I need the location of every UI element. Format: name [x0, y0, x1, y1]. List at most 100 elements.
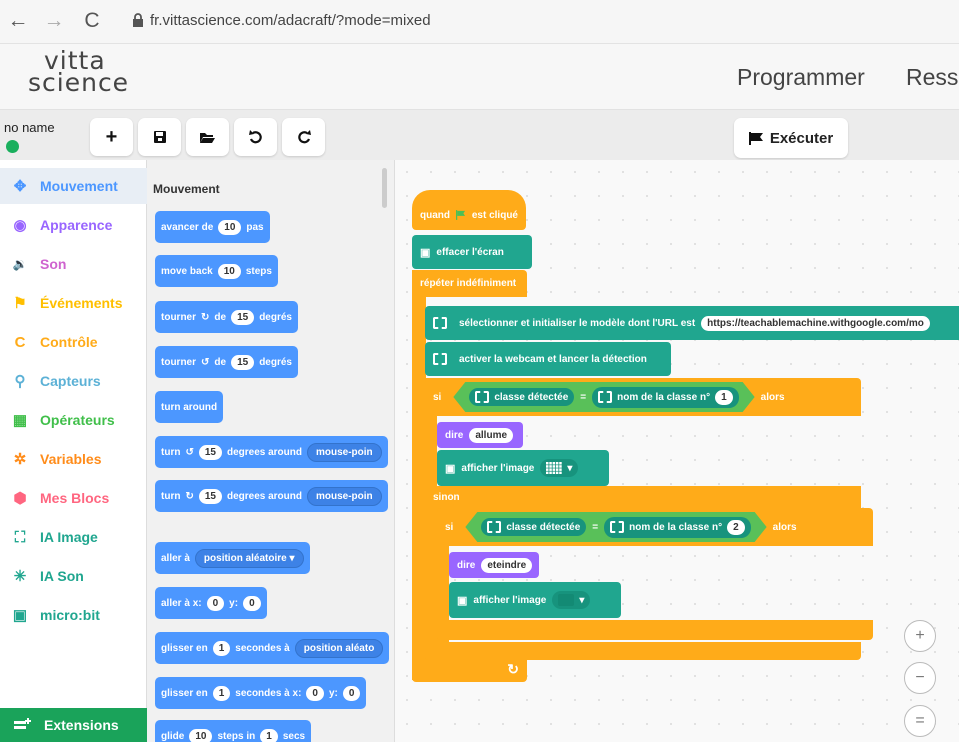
block-dropdown[interactable]: mouse-poin [307, 442, 382, 462]
block-turn-around-ccw[interactable]: turn ↺ 15 degrees around mouse-poin [155, 436, 388, 468]
block-tourner-droite[interactable]: tourner ↻ de 15 degrés [155, 301, 298, 333]
clear-screen-block[interactable]: ▣ effacer l'écran [412, 235, 532, 269]
category-controle[interactable]: C Contrôle [0, 324, 147, 360]
block-input[interactable]: 0 [342, 685, 361, 701]
zoom-out-button[interactable]: − [904, 662, 936, 694]
say-block-2[interactable]: dire eteindre [449, 552, 539, 578]
category-capteurs[interactable]: ⚲ Capteurs [0, 363, 147, 399]
detected-class-reporter[interactable]: classe détectée [481, 518, 586, 536]
block-input[interactable]: 15 [198, 488, 222, 504]
zoom-reset-button[interactable]: = [904, 705, 936, 737]
palette-scrollbar[interactable] [382, 168, 387, 208]
equals-operator[interactable]: classe détectée = nom de la classe n° 2 [465, 512, 766, 542]
block-glisser-xy[interactable]: glisser en 1 secondes à x: 0 y: 0 [155, 677, 367, 709]
camera-frame-icon [433, 317, 447, 329]
block-text: dire [445, 429, 464, 441]
class-number-input[interactable]: 2 [727, 520, 745, 535]
block-aller-a-xy[interactable]: aller à x: 0 y: 0 [155, 587, 267, 619]
block-dropdown[interactable]: position aléatoire ▾ [194, 548, 304, 568]
category-variables[interactable]: ✲ Variables [0, 441, 147, 477]
project-name[interactable]: no name [4, 120, 55, 135]
block-input[interactable]: 0 [243, 595, 261, 611]
chevron-down-icon: ▾ [579, 594, 585, 606]
redo-icon [297, 130, 311, 144]
block-text: dire [457, 559, 476, 571]
category-evenements[interactable]: ⚑ Événements [0, 285, 147, 321]
vittascience-logo[interactable]: vitta science [28, 48, 130, 97]
block-input[interactable]: 15 [198, 444, 222, 460]
forever-block[interactable]: répéter indéfiniment [412, 270, 527, 297]
puzzle-icon: ⬢ [13, 490, 27, 507]
camera-frame-icon [598, 391, 612, 403]
category-label: Contrôle [40, 334, 98, 350]
block-glide[interactable]: glide 10 steps in 1 secs [155, 720, 312, 742]
say-block-1[interactable]: dire allume [437, 422, 523, 448]
block-input[interactable]: 10 [218, 219, 242, 235]
url-text[interactable]: fr.vittascience.com/adacraft/?mode=mixed [150, 12, 431, 29]
open-button[interactable] [186, 118, 229, 156]
block-input[interactable]: 0 [306, 685, 324, 701]
reload-button[interactable]: C [80, 8, 104, 34]
nav-programmer[interactable]: Programmer [737, 64, 865, 91]
undo-button[interactable] [234, 118, 277, 156]
say-input[interactable]: eteindre [481, 557, 533, 573]
back-button[interactable]: ← [6, 8, 30, 34]
show-image-block-1[interactable]: ▣ afficher l'image ▾ [437, 450, 609, 486]
extensions-button[interactable]: Extensions [0, 708, 147, 742]
detected-class-reporter[interactable]: classe détectée [469, 388, 574, 406]
block-input[interactable]: 1 [260, 728, 278, 742]
forward-button[interactable]: → [42, 8, 66, 34]
if-block-2[interactable]: si classe détectée = nom de la classe n°… [437, 508, 873, 546]
block-aller-a[interactable]: aller à position aléatoire ▾ [155, 542, 310, 574]
if-block-1[interactable]: si classe détectée = nom de la classe n°… [425, 378, 861, 416]
new-project-button[interactable]: + [90, 118, 133, 156]
select-model-block[interactable]: sélectionner et initialiser le modèle do… [425, 306, 959, 340]
block-text: alors [772, 521, 797, 533]
category-mouvement[interactable]: ✥ Mouvement [0, 168, 147, 204]
image-dropdown[interactable]: ▾ [552, 591, 591, 609]
class-name-reporter[interactable]: nom de la classe n° 2 [604, 517, 751, 538]
block-turn-around-cw[interactable]: turn ↻ 15 degrees around mouse-poin [155, 480, 388, 512]
equals-operator[interactable]: classe détectée = nom de la classe n° 1 [453, 382, 754, 412]
category-apparence[interactable]: ◉ Apparence [0, 207, 147, 243]
block-glisser[interactable]: glisser en 1 secondes à position aléato [155, 632, 390, 664]
run-button[interactable]: Exécuter [734, 118, 848, 158]
block-input[interactable]: 15 [231, 354, 255, 370]
block-input[interactable]: 1 [212, 685, 231, 701]
block-text: de [214, 311, 227, 323]
script-workspace[interactable]: quand est cliqué ▣ effacer l'écran répét… [394, 160, 959, 742]
block-move-back[interactable]: move back 10 steps [155, 255, 278, 287]
category-ia-image[interactable]: ⛶ IA Image [0, 519, 147, 555]
block-turn-around[interactable]: turn around [155, 391, 224, 423]
logo-line-2: science [28, 68, 130, 97]
block-avancer[interactable]: avancer de 10 pas [155, 211, 270, 243]
block-input[interactable]: 10 [189, 728, 213, 742]
category-mes-blocs[interactable]: ⬢ Mes Blocs [0, 480, 147, 516]
green-flag-icon [456, 210, 466, 220]
model-url-input[interactable]: https://teachablemachine.withgoogle.com/… [701, 315, 930, 331]
class-name-reporter[interactable]: nom de la classe n° 1 [592, 387, 739, 408]
image-dropdown[interactable]: ▾ [540, 459, 579, 477]
save-button[interactable] [138, 118, 181, 156]
category-operateurs[interactable]: ▦ Opérateurs [0, 402, 147, 438]
block-dropdown[interactable]: position aléato [294, 638, 384, 658]
block-dropdown[interactable]: mouse-poin [307, 486, 382, 506]
block-input[interactable]: 1 [212, 640, 231, 656]
say-input[interactable]: allume [469, 427, 514, 443]
block-input[interactable]: 0 [206, 595, 225, 611]
category-microbit[interactable]: ▣ micro:bit [0, 597, 147, 633]
nav-ressources[interactable]: Ress [906, 64, 958, 91]
block-text: tourner [161, 356, 196, 368]
block-tourner-gauche[interactable]: tourner ↺ de 15 degrés [155, 346, 298, 378]
redo-button[interactable] [282, 118, 325, 156]
category-son[interactable]: 🔉 Son [0, 246, 147, 282]
when-flag-clicked-block[interactable]: quand est cliqué [412, 190, 526, 230]
category-ia-son[interactable]: ✳ IA Son [0, 558, 147, 594]
block-input[interactable]: 10 [217, 263, 241, 279]
block-input[interactable]: 15 [231, 309, 255, 325]
rotate-right-icon: ↻ [185, 490, 194, 502]
show-image-block-2[interactable]: ▣ afficher l'image ▾ [449, 582, 621, 618]
zoom-in-button[interactable]: + [904, 620, 936, 652]
class-number-input[interactable]: 1 [715, 390, 733, 405]
activate-webcam-block[interactable]: activer la webcam et lancer la détection [425, 342, 671, 376]
